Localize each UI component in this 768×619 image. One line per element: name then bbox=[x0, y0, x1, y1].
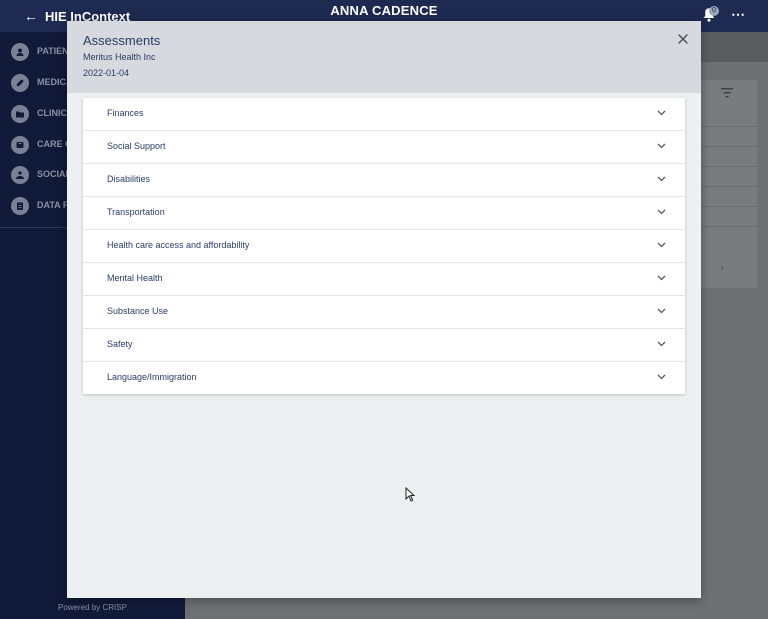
social-icon bbox=[11, 166, 29, 184]
accordion-item-substance-use[interactable]: Substance Use bbox=[83, 296, 685, 329]
organization-name: Meritus Health Inc bbox=[83, 52, 156, 62]
chevron-down-icon[interactable] bbox=[657, 341, 666, 347]
notification-badge: 0 bbox=[709, 6, 719, 16]
accordion-item-finances[interactable]: Finances bbox=[83, 98, 685, 131]
chevron-down-icon[interactable] bbox=[657, 143, 666, 149]
accordion-item-health-care-access[interactable]: Health care access and affordability bbox=[83, 230, 685, 263]
pill-icon bbox=[11, 74, 29, 92]
accordion-item-safety[interactable]: Safety bbox=[83, 329, 685, 362]
accordion-label: Substance Use bbox=[107, 306, 169, 316]
sidebar-item-label: SOCIAL bbox=[37, 169, 72, 179]
accordion-label: Language/Immigration bbox=[107, 372, 197, 382]
accordion-item-language-immigration[interactable]: Language/Immigration bbox=[83, 362, 685, 394]
clipboard-icon bbox=[11, 197, 29, 215]
chevron-down-icon[interactable] bbox=[657, 275, 666, 281]
accordion-label: Social Support bbox=[107, 141, 166, 151]
accordion-item-transportation[interactable]: Transportation bbox=[83, 197, 685, 230]
modal-title: Assessments bbox=[83, 33, 161, 48]
more-horizontal-icon[interactable]: ⋯ bbox=[731, 6, 745, 23]
accordion-label: Safety bbox=[107, 339, 133, 349]
chevron-right-icon[interactable]: › bbox=[720, 260, 724, 274]
accordion-label: Finances bbox=[107, 108, 144, 118]
care-icon bbox=[11, 136, 29, 154]
modal-header: Assessments Meritus Health Inc 2022-01-0… bbox=[67, 21, 701, 93]
accordion-item-disabilities[interactable]: Disabilities bbox=[83, 164, 685, 197]
chevron-down-icon[interactable] bbox=[657, 176, 666, 182]
accordion-item-mental-health[interactable]: Mental Health bbox=[83, 263, 685, 296]
assessment-accordion: Finances Social Support Disabilities Tra… bbox=[83, 98, 685, 394]
accordion-label: Disabilities bbox=[107, 174, 151, 184]
chevron-down-icon[interactable] bbox=[657, 209, 666, 215]
sidebar-item-label: DATA FI bbox=[37, 200, 71, 210]
accordion-item-social-support[interactable]: Social Support bbox=[83, 131, 685, 164]
patient-name: ANNA CADENCE bbox=[330, 3, 438, 18]
chevron-down-icon[interactable] bbox=[657, 374, 666, 380]
assessment-date: 2022-01-04 bbox=[83, 68, 130, 78]
accordion-label: Health care access and affordability bbox=[107, 240, 250, 250]
chevron-down-icon[interactable] bbox=[657, 308, 666, 314]
assessments-modal: Assessments Meritus Health Inc 2022-01-0… bbox=[67, 21, 701, 598]
chevron-down-icon[interactable] bbox=[657, 110, 666, 116]
close-icon[interactable] bbox=[676, 32, 690, 46]
accordion-label: Mental Health bbox=[107, 273, 163, 283]
accordion-label: Transportation bbox=[107, 207, 165, 217]
filter-icon[interactable] bbox=[721, 88, 733, 98]
folder-icon bbox=[11, 105, 29, 123]
mouse-pointer-icon bbox=[405, 487, 415, 502]
chevron-down-icon[interactable] bbox=[657, 242, 666, 248]
person-icon bbox=[11, 43, 29, 61]
powered-by-footer: Powered by CRISP bbox=[58, 603, 127, 612]
